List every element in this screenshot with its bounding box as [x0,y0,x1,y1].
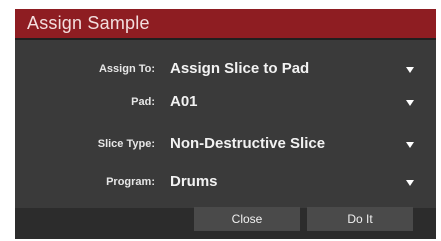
dialog-titlebar: Assign Sample [15,9,436,38]
titlebar-divider [15,38,436,40]
chevron-down-icon[interactable] [406,180,414,186]
close-button[interactable]: Close [194,207,300,231]
chevron-down-icon[interactable] [406,67,414,73]
slice-type-select[interactable]: Non-Destructive Slice [170,135,325,152]
slice-type-label: Slice Type: [97,138,155,150]
assign-sample-dialog: Assign Sample Assign To: Assign Slice to… [15,9,436,239]
pad-label: Pad: [131,96,155,108]
program-row[interactable]: Program: Drums [15,172,436,196]
chevron-down-icon[interactable] [406,142,414,148]
slice-type-row[interactable]: Slice Type: Non-Destructive Slice [15,134,436,158]
assign-to-select[interactable]: Assign Slice to Pad [170,60,309,77]
pad-select[interactable]: A01 [170,93,198,110]
pad-row[interactable]: Pad: A01 [15,92,436,116]
do-it-button[interactable]: Do It [307,207,413,231]
dialog-title: Assign Sample [27,13,150,33]
program-select[interactable]: Drums [170,173,218,190]
assign-to-row[interactable]: Assign To: Assign Slice to Pad [15,59,436,83]
chevron-down-icon[interactable] [406,100,414,106]
assign-to-label: Assign To: [98,63,155,75]
program-label: Program: [106,176,155,188]
